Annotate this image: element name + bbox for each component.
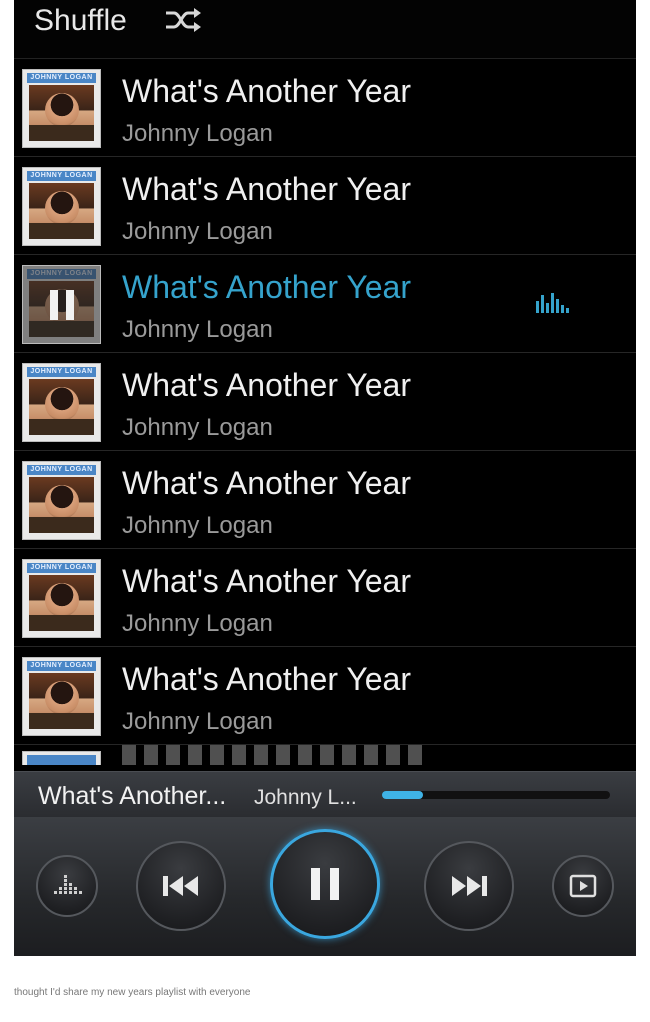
track-artist: Johnny Logan: [122, 708, 273, 735]
equalizer-icon: [54, 875, 82, 894]
track-artist: Johnny Logan: [122, 316, 273, 343]
equalizer-button[interactable]: [36, 855, 98, 917]
album-art: JOHNNY LOGAN: [22, 559, 101, 638]
album-art-label: JOHNNY LOGAN: [27, 171, 96, 181]
post-caption: thought I'd share my new years playlist …: [14, 987, 251, 998]
track-title: What's Another Year: [122, 171, 411, 207]
now-playing-title: What's Another...: [38, 782, 227, 810]
album-art-band: [27, 755, 96, 765]
album-art-label: JOHNNY LOGAN: [27, 465, 96, 475]
track-title: What's Another Year: [122, 367, 411, 403]
track-row[interactable]: JOHNNY LOGAN What's Another Year Johnny …: [14, 549, 636, 647]
track-artist: Johnny Logan: [122, 120, 273, 147]
album-photo: [29, 379, 94, 435]
playing-indicator-icon: [536, 293, 569, 313]
previous-icon: [163, 876, 198, 896]
album-art-label: JOHNNY LOGAN: [27, 73, 96, 83]
next-icon: [452, 876, 487, 896]
track-artist: Johnny Logan: [122, 610, 273, 637]
shuffle-icon[interactable]: [164, 6, 204, 34]
album-art: [22, 751, 101, 765]
playback-controls: [14, 817, 636, 956]
album-art-label: JOHNNY LOGAN: [27, 563, 96, 573]
album-photo: [29, 183, 94, 239]
album-art: JOHNNY LOGAN: [22, 363, 101, 442]
music-player: Shuffle JOHNNY LOGAN What's Another Year…: [14, 0, 636, 956]
previous-button[interactable]: [136, 841, 226, 931]
track-title: What's Another Year: [122, 465, 411, 501]
pause-icon: [311, 868, 339, 900]
album-art-label: JOHNNY LOGAN: [27, 661, 96, 671]
play-pause-button[interactable]: [270, 829, 380, 939]
track-artist: Johnny Logan: [122, 512, 273, 539]
now-playing-screen-button[interactable]: [552, 855, 614, 917]
track-title: What's Another Year: [122, 661, 411, 697]
album-art-label: JOHNNY LOGAN: [27, 367, 96, 377]
track-title: What's Another Year: [122, 269, 411, 305]
track-row[interactable]: JOHNNY LOGAN What's Another Year Johnny …: [14, 255, 636, 353]
now-playing-icon: [569, 874, 597, 898]
album-art: JOHNNY LOGAN: [22, 461, 101, 540]
album-photo: [29, 477, 94, 533]
pause-overlay-icon[interactable]: [23, 266, 100, 343]
track-title: What's Another Year: [122, 563, 411, 599]
progress-bar[interactable]: [382, 791, 610, 799]
shuffle-button[interactable]: Shuffle: [34, 4, 127, 38]
track-row[interactable]: JOHNNY LOGAN What's Another Year Johnny …: [14, 451, 636, 549]
list-header: Shuffle: [14, 0, 636, 59]
album-photo: [29, 85, 94, 141]
progress-fill: [382, 791, 424, 799]
now-playing-artist: Johnny L...: [254, 786, 357, 809]
album-art: JOHNNY LOGAN: [22, 265, 101, 344]
album-photo: [29, 673, 94, 729]
track-title: What's Another Year: [122, 73, 411, 109]
album-art: JOHNNY LOGAN: [22, 69, 101, 148]
next-button[interactable]: [424, 841, 514, 931]
now-playing-bar[interactable]: What's Another... Johnny L...: [14, 771, 636, 818]
track-row[interactable]: JOHNNY LOGAN What's Another Year Johnny …: [14, 647, 636, 745]
track-row[interactable]: JOHNNY LOGAN What's Another Year Johnny …: [14, 353, 636, 451]
track-row[interactable]: JOHNNY LOGAN What's Another Year Johnny …: [14, 59, 636, 157]
album-art: JOHNNY LOGAN: [22, 167, 101, 246]
track-list[interactable]: JOHNNY LOGAN What's Another Year Johnny …: [14, 59, 636, 771]
track-title-partial: [122, 745, 422, 765]
track-row-partial[interactable]: [14, 745, 636, 765]
track-artist: Johnny Logan: [122, 218, 273, 245]
album-art: JOHNNY LOGAN: [22, 657, 101, 736]
track-row[interactable]: JOHNNY LOGAN What's Another Year Johnny …: [14, 157, 636, 255]
album-photo: [29, 575, 94, 631]
track-artist: Johnny Logan: [122, 414, 273, 441]
